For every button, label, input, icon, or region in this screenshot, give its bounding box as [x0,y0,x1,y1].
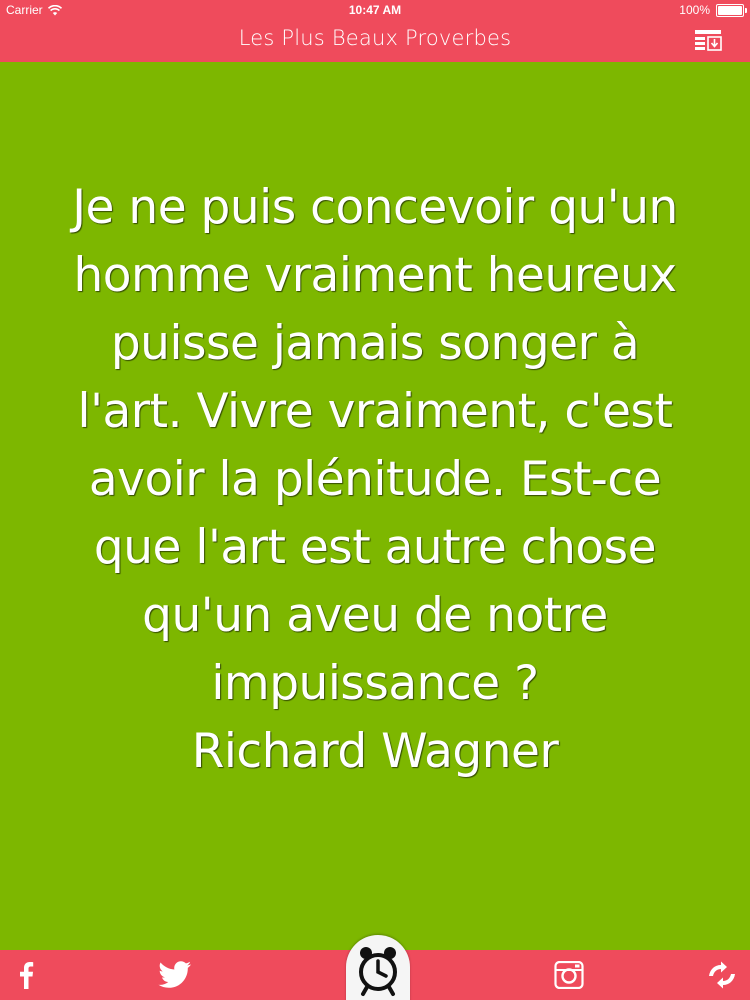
twitter-icon [158,961,191,988]
instagram-icon [554,961,584,989]
shuffle-refresh-button[interactable] [704,960,740,990]
alarm-reminder-button[interactable] [346,935,410,1000]
page-title: Les Plus Beaux Proverbes [238,26,512,50]
list-download-icon [695,30,722,51]
status-right: 100% [679,3,747,17]
twitter-share-button[interactable] [155,960,195,990]
battery-percent: 100% [679,3,710,17]
list-download-button[interactable] [694,29,722,53]
quote-text: Je ne puis concevoir qu'un homme vraimen… [72,180,678,711]
quote-author: Richard Wagner [191,724,559,779]
alarm-clock-icon [359,947,397,996]
shuffle-refresh-icon [709,961,735,989]
facebook-icon [20,962,34,989]
battery-icon [716,3,747,17]
status-bar: Carrier 10:47 AM 100% [0,0,750,20]
battery-fill [718,5,742,15]
instagram-share-button[interactable] [552,960,586,990]
status-time: 10:47 AM [348,3,402,17]
nav-bar: Les Plus Beaux Proverbes [0,20,750,62]
facebook-share-button[interactable] [10,960,42,990]
quote-area[interactable]: Je ne puis concevoir qu'un homme vraimen… [0,62,750,950]
